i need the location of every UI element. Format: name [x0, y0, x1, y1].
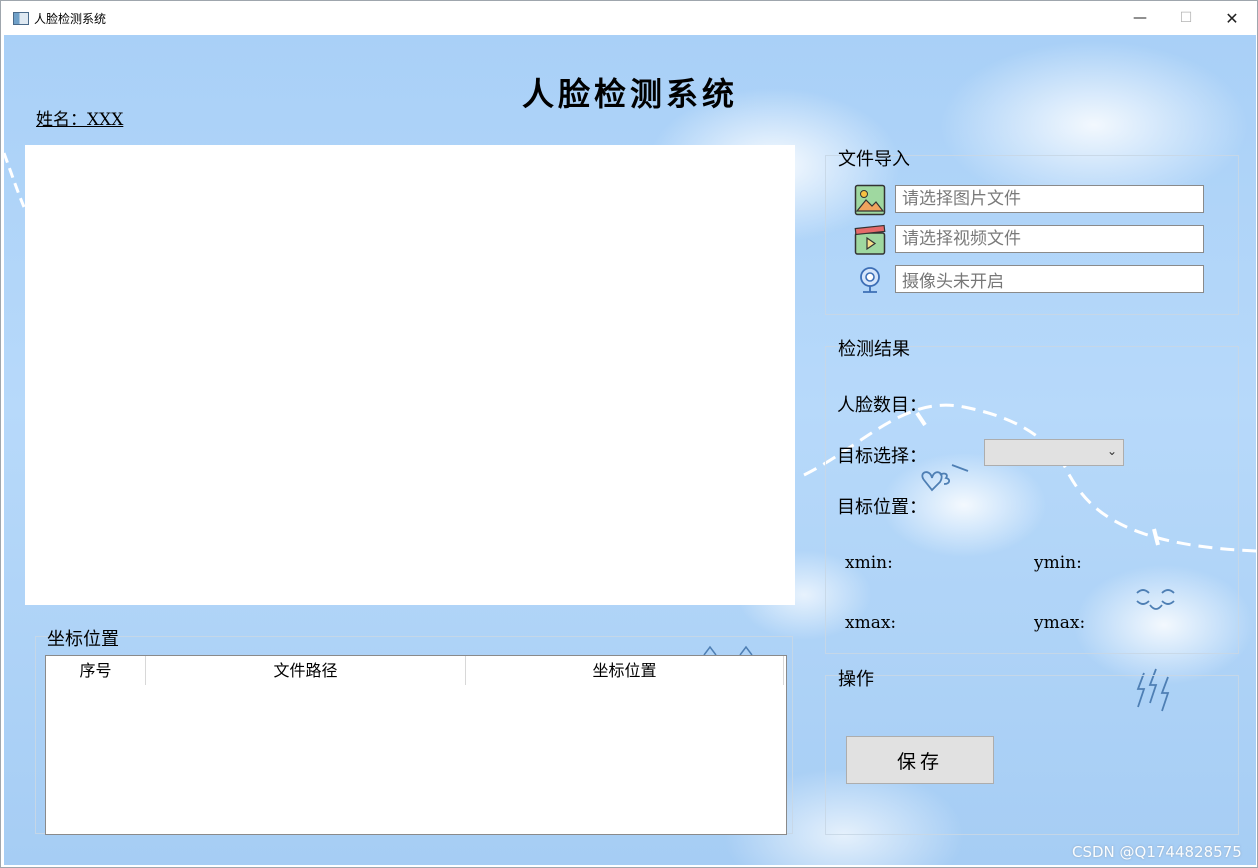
image-file-input[interactable] [895, 185, 1204, 213]
camera-status-field[interactable] [895, 265, 1204, 293]
app-title: 人脸检测系统 [521, 75, 738, 113]
xmax-label: xmax: [845, 613, 897, 633]
chevron-down-icon: ⌄ [1106, 444, 1117, 458]
image-file-icon[interactable] [854, 184, 886, 216]
video-file-row [854, 224, 1206, 256]
watermark: CSDN @Q1744828575 [1072, 843, 1242, 861]
camera-icon[interactable] [854, 264, 886, 296]
close-icon[interactable]: ✕ [1209, 1, 1255, 35]
maximize-icon[interactable]: ☐ [1163, 1, 1209, 35]
face-count-label: 人脸数目： [837, 395, 927, 416]
xmin-label: xmin: [845, 553, 893, 573]
detection-title: 检测结果 [838, 339, 910, 360]
video-file-icon[interactable] [854, 224, 886, 256]
column-header-coord[interactable]: 坐标位置 [466, 656, 784, 685]
column-header-index[interactable]: 序号 [46, 656, 146, 685]
image-display-area [25, 145, 795, 605]
target-position-label: 目标位置： [837, 497, 927, 518]
file-import-title: 文件导入 [838, 149, 910, 170]
ymax-label: ymax: [1034, 613, 1086, 633]
window-title: 人脸检测系统 [34, 12, 107, 26]
operation-title: 操作 [838, 669, 874, 690]
save-button[interactable]: 保存 [846, 736, 994, 784]
image-file-row [854, 184, 1206, 216]
target-select-dropdown[interactable]: ⌄ [984, 439, 1124, 466]
column-header-file-path[interactable]: 文件路径 [146, 656, 466, 685]
app-icon [13, 12, 29, 25]
minimize-icon[interactable]: — [1117, 1, 1163, 35]
coord-table[interactable]: 序号 文件路径 坐标位置 [45, 655, 787, 835]
ymin-label: ymin: [1034, 553, 1082, 573]
name-label: 姓名：XXX [36, 110, 124, 130]
table-header: 序号 文件路径 坐标位置 [46, 656, 786, 685]
app-window: 人脸检测系统 — ☐ ✕ 人脸检测系统 姓名：XXX 坐标位置 序号 文件路径 … [0, 0, 1258, 868]
coord-group-title: 坐标位置 [47, 629, 119, 650]
video-file-input[interactable] [895, 225, 1204, 253]
main-area: 人脸检测系统 姓名：XXX 坐标位置 序号 文件路径 坐标位置 文件导入 请选择… [4, 35, 1256, 865]
camera-row [854, 264, 1206, 296]
target-select-label: 目标选择： [837, 446, 927, 467]
title-bar: 人脸检测系统 — ☐ ✕ [1, 1, 1257, 35]
